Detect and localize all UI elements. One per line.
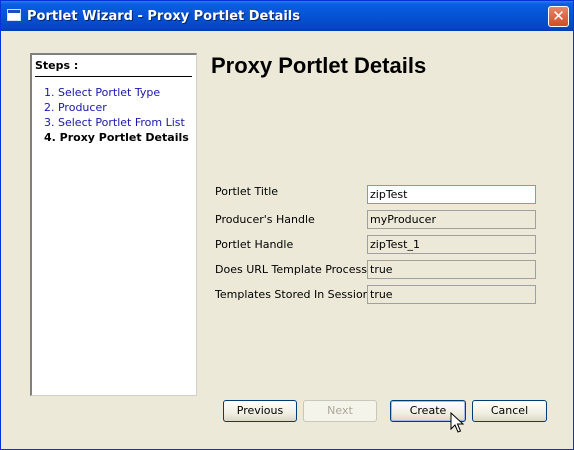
portlet-handle-label: Portlet Handle xyxy=(215,238,294,251)
steps-panel: Steps : 1. Select Portlet Type 2. Produc… xyxy=(30,53,197,396)
window-title: Portlet Wizard - Proxy Portlet Details xyxy=(27,9,300,24)
producer-handle-label: Producer's Handle xyxy=(215,213,315,226)
step-producer[interactable]: 2. Producer xyxy=(44,101,107,114)
producer-handle-field: myProducer xyxy=(367,210,536,229)
page-title: Proxy Portlet Details xyxy=(211,53,427,78)
step-proxy-portlet-details: 4. Proxy Portlet Details xyxy=(44,131,189,144)
next-button: Next xyxy=(303,400,377,422)
portlet-title-input[interactable]: zipTest xyxy=(367,185,536,204)
templates-stored-in-session-field: true xyxy=(367,285,536,304)
templates-stored-in-session-label: Templates Stored In Session xyxy=(215,288,370,301)
portlet-handle-field: zipTest_1 xyxy=(367,235,536,254)
step-select-portlet-from-list[interactable]: 3. Select Portlet From List xyxy=(44,116,185,129)
portlet-title-label: Portlet Title xyxy=(215,185,279,198)
cancel-button[interactable]: Cancel xyxy=(472,400,547,422)
url-template-processing-field: true xyxy=(367,260,536,279)
window-icon xyxy=(7,9,21,21)
url-template-processing-label: Does URL Template Processing xyxy=(215,263,384,276)
steps-header: Steps : xyxy=(35,59,79,72)
steps-divider xyxy=(35,76,192,77)
close-button[interactable]: ✕ xyxy=(548,6,569,27)
portlet-wizard-window: Portlet Wizard - Proxy Portlet Details ✕… xyxy=(0,0,574,450)
previous-button[interactable]: Previous xyxy=(223,400,297,422)
title-bar[interactable]: Portlet Wizard - Proxy Portlet Details ✕ xyxy=(1,1,573,31)
step-select-portlet-type[interactable]: 1. Select Portlet Type xyxy=(44,86,160,99)
mouse-pointer-icon xyxy=(450,412,464,433)
